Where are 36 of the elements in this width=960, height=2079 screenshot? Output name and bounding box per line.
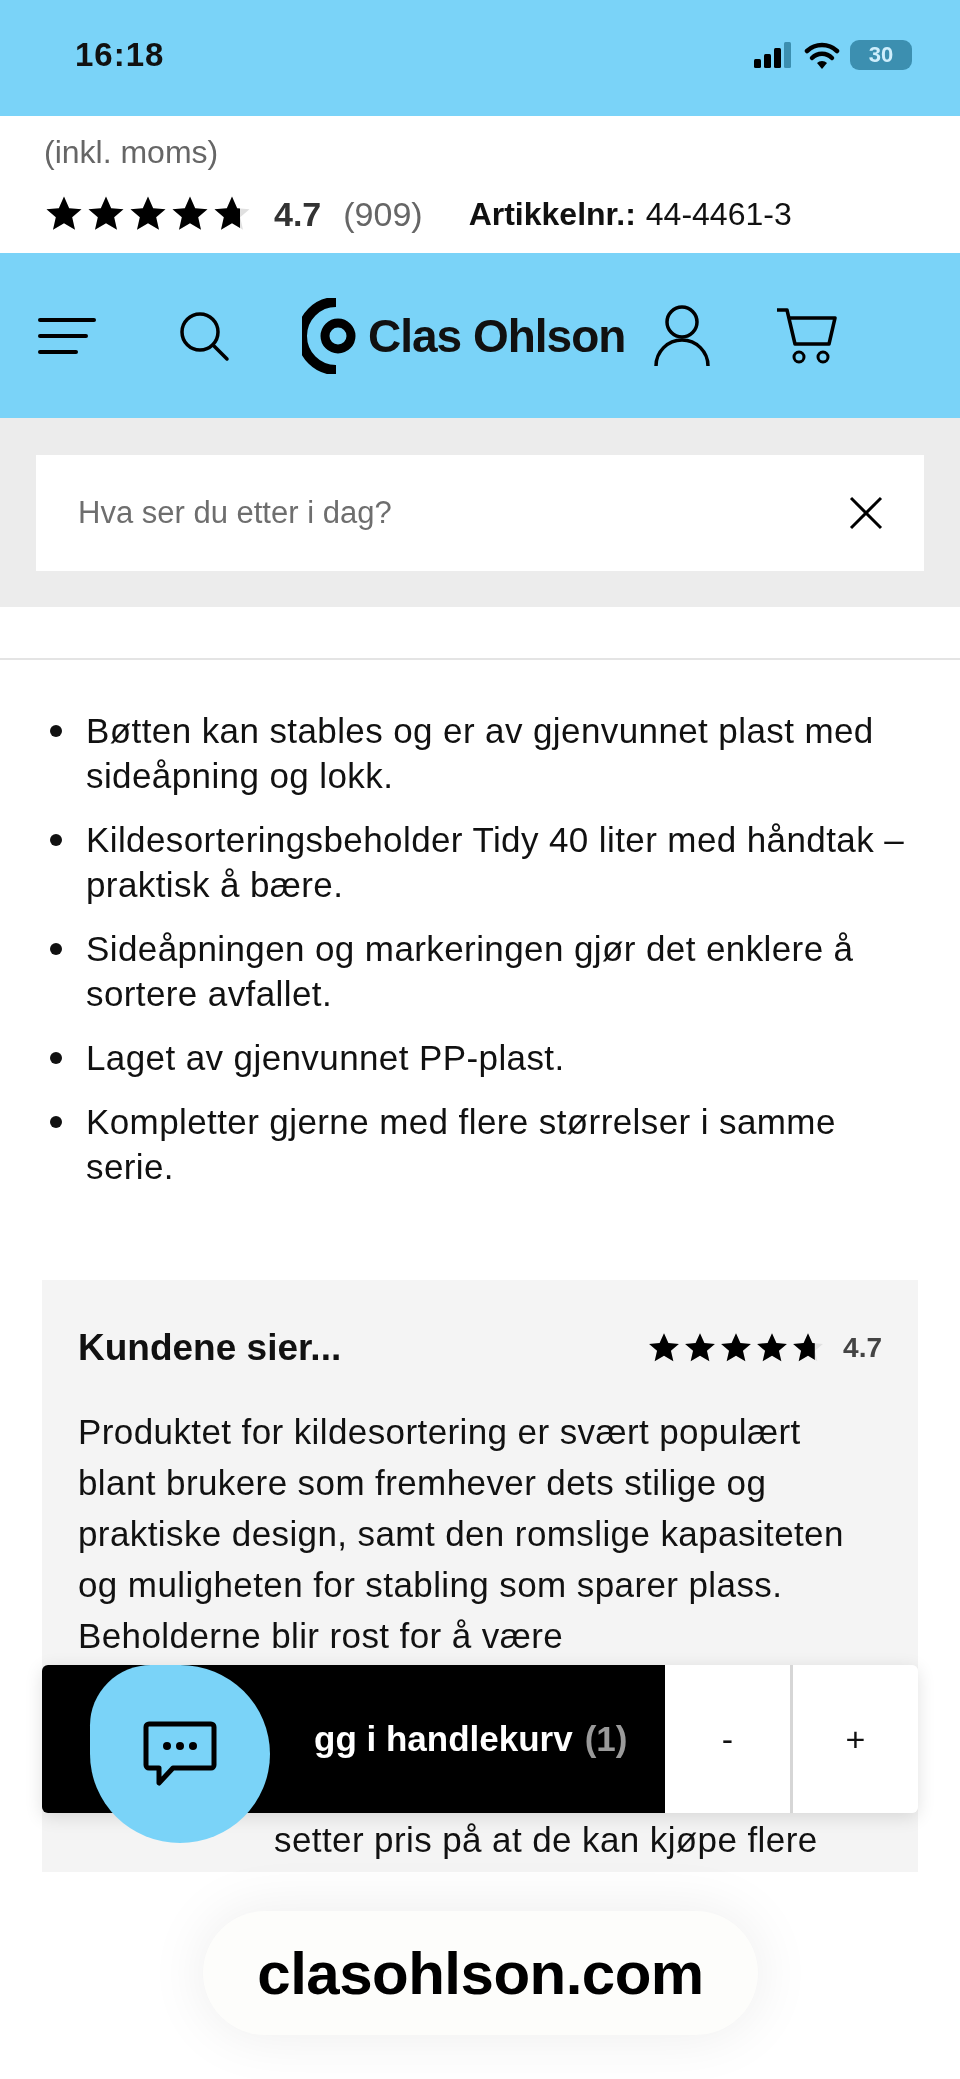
chat-icon bbox=[143, 1721, 217, 1787]
price-note: (inkl. moms) bbox=[44, 133, 220, 172]
bullet-dot bbox=[50, 943, 62, 955]
logo-text[interactable]: Clas Ohlson bbox=[368, 308, 626, 363]
bullet-dot bbox=[50, 1052, 62, 1064]
feature-text: Kompletter gjerne med flere størrelser i samme serie. bbox=[86, 1101, 837, 1188]
wifi-icon bbox=[804, 41, 840, 69]
signal-icon bbox=[754, 42, 794, 68]
rating-score: 4.7 bbox=[274, 194, 322, 234]
close-icon[interactable] bbox=[848, 495, 884, 531]
feature-text: Laget av gjenvunnet PP-plast. bbox=[86, 1037, 565, 1079]
review-summary: setter pris på at de kan kjøpe flere bbox=[273, 1819, 819, 1861]
decrease-button[interactable]: - bbox=[665, 1665, 790, 1813]
url-bar[interactable]: clasohlson.com bbox=[203, 1911, 758, 2035]
cart-icon[interactable] bbox=[775, 306, 838, 365]
bullet-dot bbox=[50, 725, 62, 737]
feature-text: Kildesorteringsbeholder Tidy 40 liter med håndtak – praktisk å bære. bbox=[86, 819, 906, 906]
bullet-dot bbox=[50, 1116, 62, 1128]
feature-text: Bøtten kan stables og er av gjenvunnet plast med sideåpning og lokk. bbox=[86, 710, 875, 797]
article-number: 44-4461-3 bbox=[645, 195, 792, 233]
user-icon[interactable] bbox=[653, 303, 712, 368]
logo-icon bbox=[302, 297, 358, 374]
bullet-dot bbox=[50, 834, 62, 846]
battery-icon: 30 bbox=[850, 40, 912, 70]
search-field[interactable]: Hva ser du etter i dag? bbox=[36, 455, 924, 571]
feature-text: Sideåpningen og markeringen gjør det enklere å sortere avfallet. bbox=[86, 928, 855, 1015]
status-time: 16:18 bbox=[75, 36, 165, 74]
menu-icon[interactable] bbox=[38, 315, 96, 356]
review-title: Kundene sier... bbox=[78, 1327, 342, 1369]
increase-button[interactable]: + bbox=[793, 1665, 918, 1813]
review-count: (909) bbox=[343, 194, 423, 234]
article-label: Artikkelnr.: bbox=[468, 195, 636, 233]
search-icon[interactable] bbox=[178, 309, 230, 362]
search-input[interactable]: Hva ser du etter i dag? bbox=[76, 494, 848, 532]
review-summary: Produktet for kildesortering er svært populært blant brukere som fremhever dets stilige og praktiske design, samt den romslige kapasiteten og muligheten for stabling som sparer plass. Beholderne blir rost for å være bbox=[78, 1411, 845, 1657]
rating-score: 4.7 bbox=[843, 1332, 882, 1364]
